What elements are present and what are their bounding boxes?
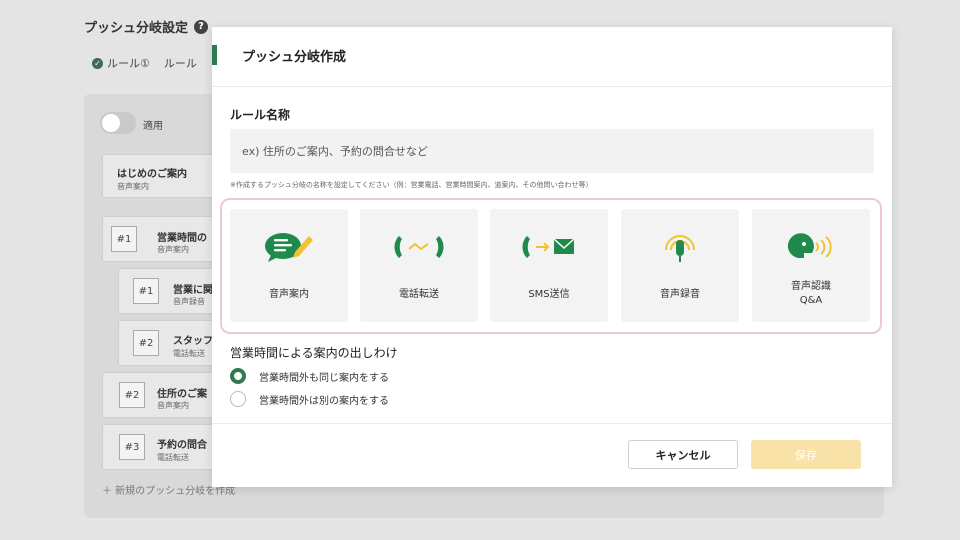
check-circle-icon: ✓: [92, 57, 103, 69]
rule-name-label: ルール名称: [230, 108, 291, 122]
cancel-button[interactable]: キャンセル: [628, 440, 738, 469]
voice-recognition-icon: [752, 227, 870, 267]
create-branch-modal: プッシュ分岐作成 ルール名称 ※作成するプッシュ分岐の名称を設定してください（例…: [212, 27, 892, 487]
rule-name-input[interactable]: [230, 129, 874, 173]
type-voice-recognition[interactable]: 音声認識 Q&A: [752, 209, 870, 322]
type-phone-transfer[interactable]: 電話転送: [360, 209, 478, 322]
type-label: 音声案内: [269, 289, 309, 300]
title-accent-bar: [212, 45, 217, 65]
phone-sms-icon: [490, 227, 608, 267]
phone-transfer-icon: [360, 227, 478, 267]
rule-tabs: ✓ ルール① ルール: [92, 55, 197, 71]
type-voice-recording[interactable]: 音声録音: [621, 209, 739, 322]
microphone-icon: [621, 227, 739, 267]
radio-selected[interactable]: [230, 368, 246, 384]
apply-toggle-label: 適用: [143, 121, 163, 132]
page-title: プッシュ分岐設定 ?: [84, 17, 209, 36]
rule-name-help: ※作成するプッシュ分岐の名称を設定してください（例：営業電話、営業時間案内、道案…: [230, 181, 593, 189]
branch-card[interactable]: #2 スタッフ 電話転送: [118, 320, 222, 366]
branch-card[interactable]: #3 予約の問合 電話転送: [102, 424, 222, 470]
branch-card[interactable]: はじめのご案内 音声案内: [102, 154, 222, 198]
type-voice-guide[interactable]: 音声案内: [230, 209, 348, 322]
branch-card[interactable]: #1 営業時間の 音声案内: [102, 216, 222, 262]
business-hours-label: 営業時間による案内の出しわけ: [230, 346, 398, 360]
tab-rule-2[interactable]: ルール: [164, 55, 197, 71]
type-label: SMS送信: [528, 289, 570, 300]
branch-card[interactable]: #1 営業に関 音声録音: [118, 268, 222, 314]
radio-unselected[interactable]: [230, 391, 246, 407]
save-button[interactable]: 保存: [751, 440, 861, 469]
type-label: 電話転送: [399, 289, 439, 300]
type-label: 音声録音: [660, 289, 700, 300]
speech-bubble-pen-icon: [230, 227, 348, 267]
modal-header: プッシュ分岐作成: [212, 27, 892, 87]
tab-rule-1[interactable]: ✓ ルール①: [92, 55, 150, 71]
type-label: 音声認識 Q&A: [791, 281, 831, 306]
branch-card[interactable]: #2 住所のご案 音声案内: [102, 372, 222, 418]
modal-title: プッシュ分岐作成: [242, 50, 347, 65]
option-same-guidance[interactable]: 営業時間外も同じ案内をする: [230, 368, 389, 384]
option-separate-guidance[interactable]: 営業時間外は別の案内をする: [230, 391, 389, 407]
help-icon[interactable]: ?: [194, 19, 209, 34]
apply-toggle[interactable]: [100, 112, 136, 134]
footer-divider: [212, 423, 892, 424]
type-sms[interactable]: SMS送信: [490, 209, 608, 322]
